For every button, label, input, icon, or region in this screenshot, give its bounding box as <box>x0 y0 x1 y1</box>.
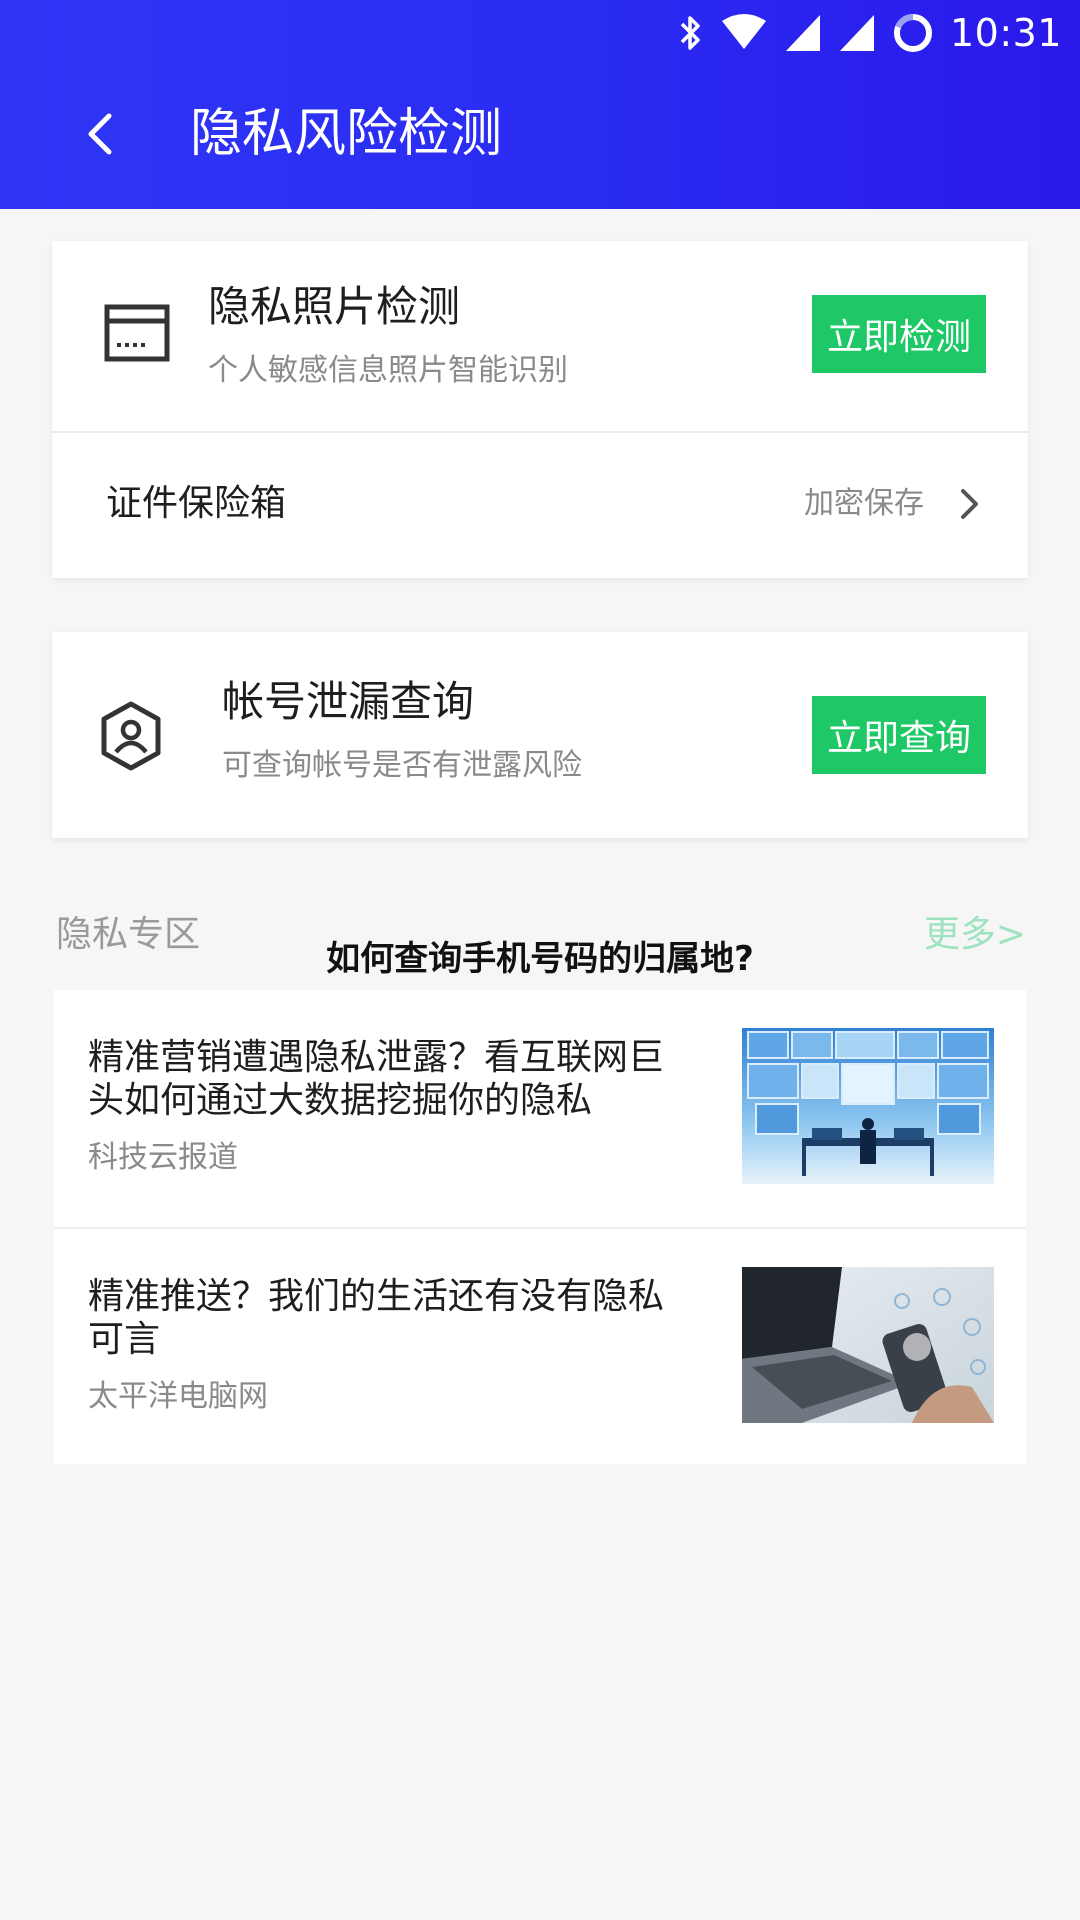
photo-check-row: 隐私照片检测 个人敏感信息照片智能识别 立即检测 <box>52 241 1028 431</box>
news-item[interactable]: 精准营销遭遇隐私泄露？看互联网巨头如何通过大数据挖掘你的隐私 科技云报道 <box>54 990 1026 1227</box>
news-source: 太平洋电脑网 <box>88 1379 268 1414</box>
document-vault-row[interactable]: 证件保险箱 加密保存 <box>52 433 1028 578</box>
photo-check-title: 隐私照片检测 <box>208 282 461 331</box>
chevron-right-icon <box>950 481 990 527</box>
server-room-thumbnail-icon <box>742 1028 994 1184</box>
signal-icon <box>784 13 822 53</box>
news-title: 精准营销遭遇隐私泄露？看互联网巨头如何通过大数据挖掘你的隐私 <box>88 1037 665 1121</box>
laptop-phone-thumbnail-icon <box>742 1267 994 1423</box>
id-card-icon <box>104 303 170 367</box>
status-bar: 10:31 <box>678 10 1062 56</box>
account-leak-card: 帐号泄漏查询 可查询帐号是否有泄露风险 立即查询 <box>52 632 1028 838</box>
vault-label: 证件保险箱 <box>106 483 287 524</box>
news-source: 科技云报道 <box>88 1140 238 1175</box>
battery-ring-icon <box>892 12 934 54</box>
chevron-left-icon <box>88 113 112 155</box>
user-shield-icon <box>98 700 164 776</box>
photo-check-subtitle: 个人敏感信息照片智能识别 <box>208 353 568 388</box>
signal-icon-2 <box>838 13 876 53</box>
wifi-icon <box>720 13 768 53</box>
news-list: 精准营销遭遇隐私泄露？看互联网巨头如何通过大数据挖掘你的隐私 科技云报道 精准推… <box>54 990 1026 1464</box>
status-time: 10:31 <box>949 11 1062 55</box>
account-leak-row: 帐号泄漏查询 可查询帐号是否有泄露风险 立即查询 <box>52 632 1028 838</box>
bluetooth-icon <box>678 13 704 53</box>
back-button[interactable] <box>70 104 130 164</box>
vault-hint: 加密保存 <box>804 486 924 521</box>
app-header: 10:31 隐私风险检测 <box>0 0 1080 209</box>
news-title: 精准推送？我们的生活还有没有隐私可言 <box>88 1276 665 1360</box>
page-title: 隐私风险检测 <box>190 104 503 164</box>
photo-check-card: 隐私照片检测 个人敏感信息照片智能识别 立即检测 证件保险箱 加密保存 <box>52 241 1028 578</box>
photo-check-button[interactable]: 立即检测 <box>812 295 986 373</box>
account-leak-title: 帐号泄漏查询 <box>222 677 475 726</box>
account-leak-subtitle: 可查询帐号是否有泄露风险 <box>222 748 582 783</box>
privacy-risk-screen: 10:31 隐私风险检测 隐私照片检测 个人敏感信息照片智能识别 立即检测 证件… <box>0 0 1080 1920</box>
overlay-headline: 如何查询手机号码的归属地? <box>326 939 754 979</box>
account-leak-button[interactable]: 立即查询 <box>812 696 986 774</box>
news-item[interactable]: 精准推送？我们的生活还有没有隐私可言 太平洋电脑网 <box>54 1227 1026 1464</box>
